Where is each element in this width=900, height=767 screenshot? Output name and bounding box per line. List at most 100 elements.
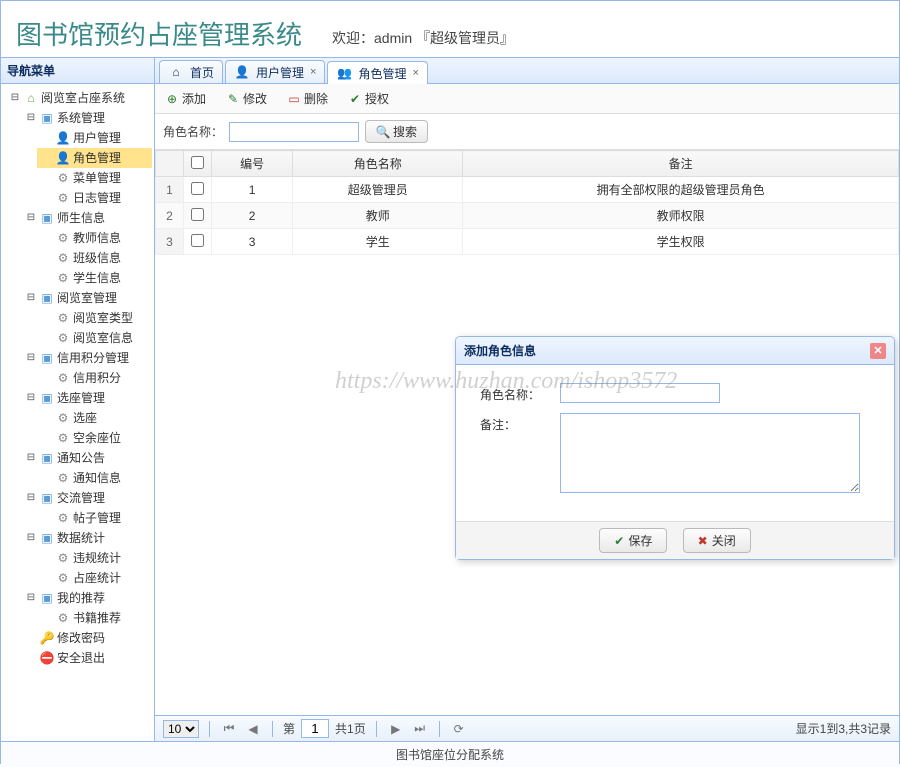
tree-item[interactable]: ⚙学生信息 xyxy=(37,268,152,288)
column-header[interactable]: 编号 xyxy=(212,151,293,177)
tree-item[interactable]: ⚙选座 xyxy=(37,408,152,428)
row-checkbox[interactable] xyxy=(191,182,204,195)
dialog-buttons: ✔保存 ✖关闭 xyxy=(456,521,894,559)
tree-change-password[interactable]: 🔑 修改密码 xyxy=(21,628,152,648)
row-checkbox[interactable] xyxy=(191,234,204,247)
tree-item[interactable]: ⚙阅览室类型 xyxy=(37,308,152,328)
tree-group[interactable]: ⊟▣师生信息 xyxy=(21,208,152,228)
field-remark-label: 备注： xyxy=(480,413,560,433)
delete-button[interactable]: ▭删除 xyxy=(283,88,332,109)
gear-icon: ⚙ xyxy=(55,250,71,266)
pager-info: 显示1到3,共3记录 xyxy=(796,720,891,737)
collapse-icon[interactable]: ⊟ xyxy=(23,390,39,406)
last-page-button[interactable]: ⏭ xyxy=(411,720,429,738)
tree-group[interactable]: ⊟▣交流管理 xyxy=(21,488,152,508)
tree-item[interactable]: ⚙空余座位 xyxy=(37,428,152,448)
page-input[interactable] xyxy=(301,719,329,738)
collapse-icon[interactable]: ⊟ xyxy=(23,530,39,546)
table-row[interactable]: 11超级管理员拥有全部权限的超级管理员角色 xyxy=(156,177,899,203)
home-icon: ⌂ xyxy=(168,64,184,80)
tab-close-icon[interactable]: × xyxy=(310,66,316,78)
folder-icon: ▣ xyxy=(39,110,55,126)
page-size-select[interactable]: 10 xyxy=(163,720,199,738)
gear-icon: ⚙ xyxy=(55,330,71,346)
remark-textarea[interactable] xyxy=(560,413,860,493)
search-input[interactable] xyxy=(229,122,359,142)
dialog-title-bar[interactable]: 添加角色信息 ✕ xyxy=(456,337,894,365)
tree-item[interactable]: ⚙阅览室信息 xyxy=(37,328,152,348)
check-icon: ✔ xyxy=(614,534,624,548)
collapse-icon[interactable]: ⊟ xyxy=(23,590,39,606)
tree-item[interactable]: ⚙班级信息 xyxy=(37,248,152,268)
row-checkbox[interactable] xyxy=(191,208,204,221)
checkbox-header[interactable] xyxy=(184,151,212,177)
gear-icon: ⚙ xyxy=(55,190,71,206)
tree-item[interactable]: 👤角色管理 xyxy=(37,148,152,168)
collapse-icon[interactable]: ⊟ xyxy=(23,350,39,366)
sidebar-title: 导航菜单 xyxy=(1,58,154,84)
gear-icon: ⚙ xyxy=(55,170,71,186)
tree-group[interactable]: ⊟▣系统管理 xyxy=(21,108,152,128)
rownum-header xyxy=(156,151,184,177)
gear-icon: ⚙ xyxy=(55,610,71,626)
tree-item[interactable]: ⚙教师信息 xyxy=(37,228,152,248)
collapse-icon[interactable]: ⊟ xyxy=(7,90,23,106)
tree-item[interactable]: ⚙帖子管理 xyxy=(37,508,152,528)
collapse-icon[interactable]: ⊟ xyxy=(23,450,39,466)
tree-group[interactable]: ⊟▣选座管理 xyxy=(21,388,152,408)
next-page-button[interactable]: ▶ xyxy=(387,720,405,738)
edit-button[interactable]: ✎修改 xyxy=(222,88,271,109)
tab-user[interactable]: 👤用户管理× xyxy=(225,60,325,83)
refresh-button[interactable]: ⟳ xyxy=(450,720,468,738)
first-page-button[interactable]: ⏮ xyxy=(220,720,238,738)
tree-item[interactable]: ⚙占座统计 xyxy=(37,568,152,588)
collapse-icon[interactable]: ⊟ xyxy=(23,490,39,506)
tree-root[interactable]: ⊟ ⌂ 阅览室占座系统 xyxy=(5,88,152,108)
user-icon: 👤 xyxy=(234,64,250,80)
pager: 10 ⏮ ◀ 第 共1页 ▶ ⏭ ⟳ 显示1到3,共3记录 xyxy=(155,715,899,741)
tab-home[interactable]: ⌂首页 xyxy=(159,60,223,83)
table-row[interactable]: 33学生学生权限 xyxy=(156,229,899,255)
footer: 图书馆座位分配系统 xyxy=(1,741,899,767)
column-header[interactable]: 备注 xyxy=(463,151,899,177)
gear-icon: ⚙ xyxy=(55,270,71,286)
search-row: 角色名称： 🔍搜索 xyxy=(155,114,899,150)
collapse-icon[interactable]: ⊟ xyxy=(23,210,39,226)
close-button[interactable]: ✖关闭 xyxy=(683,528,751,553)
collapse-icon[interactable]: ⊟ xyxy=(23,110,39,126)
add-button[interactable]: ⊕添加 xyxy=(161,88,210,109)
tree-group[interactable]: ⊟▣信用积分管理 xyxy=(21,348,152,368)
gear-icon: ⚙ xyxy=(55,430,71,446)
search-button[interactable]: 🔍搜索 xyxy=(365,120,428,143)
app-title: 图书馆预约占座管理系统 xyxy=(16,15,302,52)
save-button[interactable]: ✔保存 xyxy=(599,528,667,553)
tree-item[interactable]: ⚙书籍推荐 xyxy=(37,608,152,628)
dialog-close-button[interactable]: ✕ xyxy=(870,343,886,359)
tree-item[interactable]: ⚙信用积分 xyxy=(37,368,152,388)
gear-icon: ⚙ xyxy=(55,570,71,586)
tree-group[interactable]: ⊟▣阅览室管理 xyxy=(21,288,152,308)
tree-exit[interactable]: ⛔ 安全退出 xyxy=(21,648,152,668)
tab-role[interactable]: 👥角色管理× xyxy=(327,61,427,84)
folder-icon: ▣ xyxy=(39,350,55,366)
folder-icon: ▣ xyxy=(39,450,55,466)
prev-page-button[interactable]: ◀ xyxy=(244,720,262,738)
auth-button[interactable]: ✔授权 xyxy=(344,88,393,109)
tree-item[interactable]: ⚙通知信息 xyxy=(37,468,152,488)
tree-group[interactable]: ⊟▣数据统计 xyxy=(21,528,152,548)
tree-group[interactable]: ⊟▣我的推荐 xyxy=(21,588,152,608)
tree-group[interactable]: ⊟▣通知公告 xyxy=(21,448,152,468)
tree-item[interactable]: 👤用户管理 xyxy=(37,128,152,148)
nav-tree: ⊟ ⌂ 阅览室占座系统 ⊟▣系统管理👤用户管理👤角色管理⚙菜单管理⚙日志管理⊟▣… xyxy=(1,84,154,741)
column-header[interactable]: 角色名称 xyxy=(293,151,463,177)
role-name-input[interactable] xyxy=(560,383,720,403)
tree-item[interactable]: ⚙日志管理 xyxy=(37,188,152,208)
table-row[interactable]: 22教师教师权限 xyxy=(156,203,899,229)
header: 图书馆预约占座管理系统 欢迎：admin 『超级管理员』 xyxy=(1,1,899,58)
tree-item[interactable]: ⚙违规统计 xyxy=(37,548,152,568)
tree-item[interactable]: ⚙菜单管理 xyxy=(37,168,152,188)
home-icon: ⌂ xyxy=(23,90,39,106)
tab-close-icon[interactable]: × xyxy=(412,67,418,79)
collapse-icon[interactable]: ⊟ xyxy=(23,290,39,306)
welcome-text: 欢迎：admin 『超级管理员』 xyxy=(332,28,514,52)
